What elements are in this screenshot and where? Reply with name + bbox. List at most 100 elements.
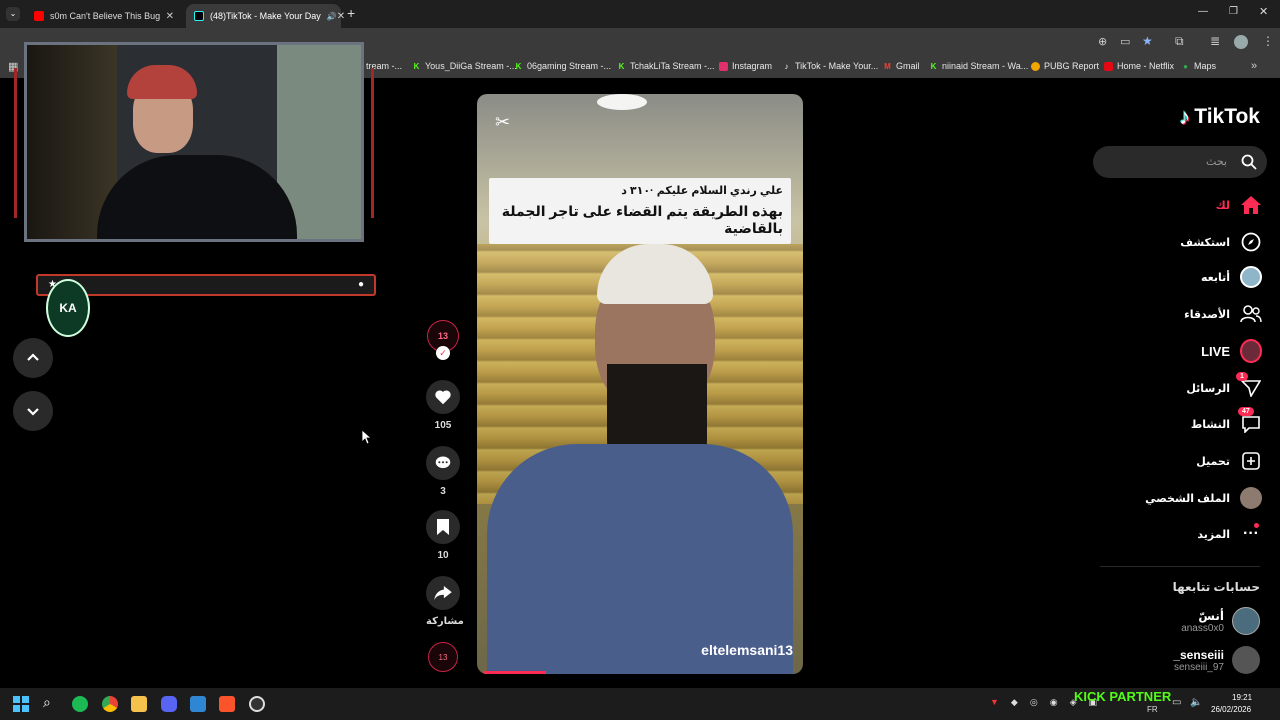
activity-icon: 47: [1238, 407, 1262, 435]
follow-check-icon[interactable]: ✓: [436, 346, 450, 360]
minimize-button[interactable]: —: [1198, 6, 1208, 17]
search-field[interactable]: بحث: [1093, 146, 1267, 178]
bookmark-item[interactable]: K 06gaming Stream -...: [514, 61, 611, 71]
tab-list-button[interactable]: ⌄: [6, 7, 20, 21]
zoom-icon[interactable]: ⊕: [1098, 35, 1107, 48]
nav-label: LIVE: [1201, 343, 1230, 359]
language-indicator[interactable]: FR: [1147, 705, 1158, 714]
windows-taskbar: ⌕ ▼ ◆ ◎ ◉ ◈ ▣ KICK PARTNER FR ▭ 🔈 19:21 26/02…: [0, 688, 1280, 720]
bookmark-star-icon[interactable]: ★: [1142, 34, 1153, 48]
new-tab-button[interactable]: +: [347, 5, 355, 21]
nav-activity[interactable]: النشاط 47: [1191, 407, 1262, 435]
bookmark-item[interactable]: Home - Netflix: [1104, 61, 1174, 71]
close-window-button[interactable]: ✕: [1259, 5, 1268, 18]
more-bookmarks-icon[interactable]: »: [1251, 60, 1257, 72]
following-account[interactable]: أنسّ anass0x0: [1181, 607, 1260, 635]
capcut-icon: ✂: [495, 112, 511, 132]
account-handle: anass0x0: [1181, 622, 1224, 634]
like-button[interactable]: 105: [426, 380, 460, 431]
nav-for-you[interactable]: لك: [1216, 194, 1262, 216]
bookmark-item[interactable]: Instagram: [719, 61, 772, 71]
bookmark-item[interactable]: Kniinaid Stream - Wa...: [929, 61, 1029, 71]
search-icon[interactable]: [1241, 154, 1257, 170]
home-icon: [1240, 194, 1262, 216]
share-button[interactable]: مشاركة: [426, 576, 464, 627]
following-account[interactable]: _senseiii senseiii_97: [1173, 646, 1260, 674]
nav-friends[interactable]: الأصدقاء: [1184, 303, 1262, 325]
red-cap: [127, 65, 197, 99]
nav-label: الرسائل: [1186, 382, 1230, 395]
search-icon[interactable]: ⌕: [43, 694, 51, 711]
extensions-icon[interactable]: ⧉: [1175, 34, 1184, 49]
bookmark-item[interactable]: K Yous_DiiGa Stream -...: [412, 61, 517, 71]
tray-red-icon[interactable]: ▼: [990, 697, 999, 708]
tab-tiktok[interactable]: (48)TikTok - Make Your Day 🔊 ✕: [186, 4, 345, 28]
creator-avatar[interactable]: 13 ✓: [426, 320, 460, 360]
discord-icon[interactable]: [161, 696, 177, 712]
caption-text: بهذه الطريقة يتم القضاء على تاجر الجملة …: [501, 203, 783, 236]
bookmark-item[interactable]: M Gmail: [883, 61, 919, 71]
steam-icon[interactable]: ◉: [1050, 697, 1058, 708]
nav-more[interactable]: المزيد ···: [1197, 523, 1262, 545]
previous-video-button[interactable]: [13, 338, 53, 378]
chrome-icon[interactable]: [102, 696, 118, 712]
video-progress-bar[interactable]: [483, 671, 546, 674]
photos-icon[interactable]: [190, 696, 206, 712]
video-player[interactable]: ✂ علي رندي السلام عليكم ·٣١٠ د بهذه الطر…: [477, 94, 803, 674]
next-video-button[interactable]: [13, 391, 53, 431]
comment-button[interactable]: 3: [426, 446, 460, 497]
compass-icon: [1240, 231, 1262, 253]
youtube-icon: [34, 11, 44, 21]
comment-icon: [435, 456, 451, 469]
nav-following[interactable]: أتابعه: [1201, 266, 1262, 288]
spotify-icon[interactable]: [72, 696, 88, 712]
account-handle: senseiii_97: [1173, 661, 1224, 673]
nav-explore[interactable]: استكشف: [1180, 231, 1262, 253]
file-explorer-icon[interactable]: [131, 696, 147, 712]
webcam-feed: [24, 42, 364, 242]
clock-date[interactable]: 26/02/2026: [1211, 705, 1251, 714]
windows-start-icon[interactable]: [13, 696, 29, 712]
tray-icon[interactable]: ◎: [1030, 697, 1038, 708]
tiktok-note-icon: ♪: [1179, 104, 1191, 129]
streamer-body: [97, 155, 297, 239]
brave-icon[interactable]: [219, 696, 235, 712]
nav-upload[interactable]: تحميل: [1196, 450, 1262, 472]
cast-icon[interactable]: ▭: [1120, 35, 1130, 48]
following-accounts-title: حسابات تتابعها: [1172, 580, 1260, 594]
speaker-icon[interactable]: 🔊: [327, 12, 337, 21]
reading-list-icon[interactable]: ≣: [1210, 34, 1220, 48]
kick-partner-overlay: KICK PARTNER: [1074, 689, 1172, 704]
tray-icon[interactable]: ◆: [1011, 697, 1018, 708]
profile-avatar[interactable]: [1234, 35, 1248, 49]
nav-profile[interactable]: الملف الشخصي: [1145, 487, 1262, 509]
bookmark-icon: [437, 519, 449, 535]
bookmark-item[interactable]: K TchakLiTa Stream -...: [617, 61, 715, 71]
save-button[interactable]: 10: [426, 510, 460, 561]
comment-count: 3: [440, 486, 446, 497]
nav-live[interactable]: LIVE: [1201, 339, 1262, 363]
following-avatar-icon: [1240, 266, 1262, 288]
menu-icon[interactable]: ⋮: [1262, 34, 1274, 48]
restore-button[interactable]: ❐: [1229, 6, 1238, 17]
video-creator-handle[interactable]: eltelemsani13: [701, 642, 793, 658]
close-icon[interactable]: ✕: [337, 11, 345, 22]
sound-disc[interactable]: 13: [426, 642, 460, 672]
live-avatar-icon: [1240, 339, 1262, 363]
more-icon: ···: [1243, 523, 1259, 542]
bookmark-item[interactable]: PUBG Report: [1031, 61, 1099, 71]
maps-pin-icon: ●: [1183, 61, 1188, 71]
bookmark-item[interactable]: ♪ TikTok - Make Your...: [782, 61, 879, 71]
tiktok-logo[interactable]: ♪ TikTok: [1179, 104, 1260, 130]
nav-label: أتابعه: [1200, 271, 1230, 284]
obs-icon[interactable]: [249, 696, 265, 712]
tab-youtube[interactable]: s0m Can't Believe This Bug & P ✕: [26, 4, 182, 28]
volume-icon[interactable]: 🔈: [1190, 697, 1202, 708]
gmail-icon: M: [884, 61, 891, 71]
bookmark-item[interactable]: ● Maps: [1181, 61, 1216, 71]
close-icon[interactable]: ✕: [166, 11, 174, 22]
clock-time[interactable]: 19:21: [1232, 693, 1252, 702]
network-icon[interactable]: ▭: [1172, 697, 1181, 708]
nav-label: الملف الشخصي: [1145, 492, 1230, 505]
nav-messages[interactable]: الرسائل 1: [1186, 372, 1262, 399]
